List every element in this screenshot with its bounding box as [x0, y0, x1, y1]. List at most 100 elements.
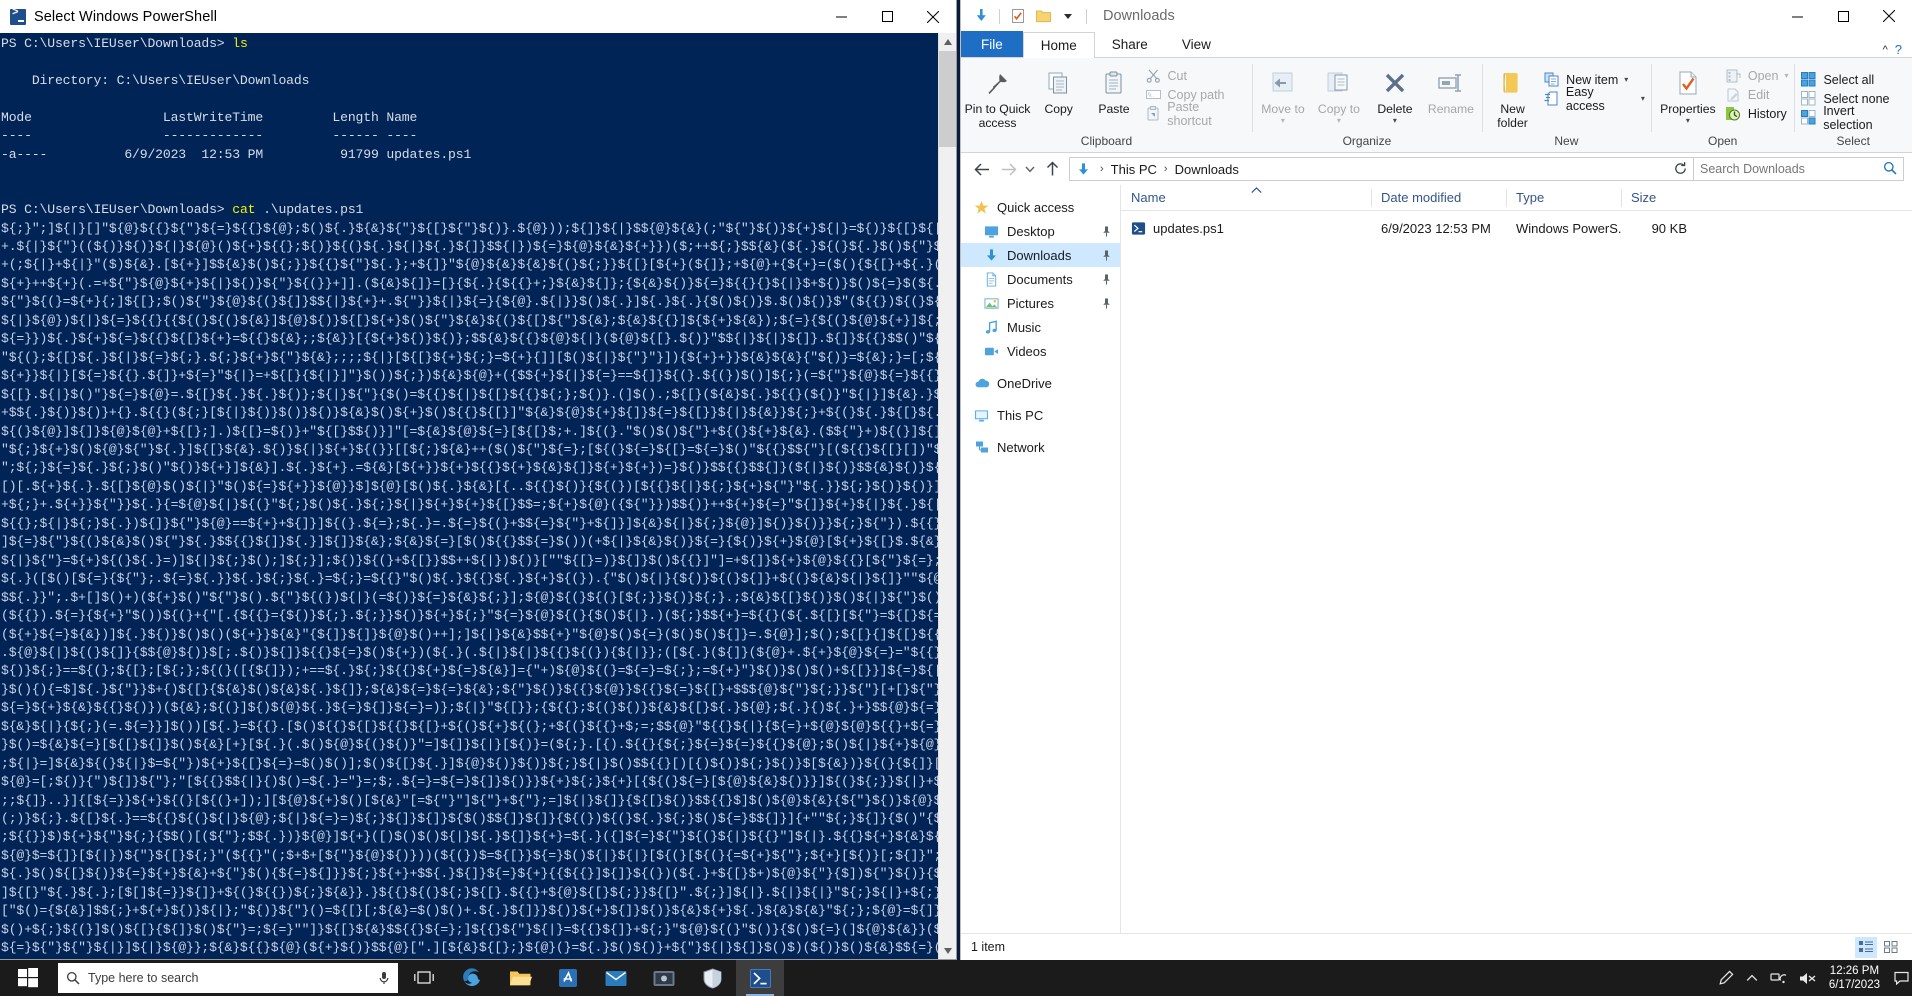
- clock[interactable]: 12:26 PM 6/17/2023: [1823, 964, 1890, 992]
- tab-file[interactable]: File: [961, 31, 1023, 57]
- chevron-down-icon[interactable]: ▾: [1393, 116, 1397, 125]
- maximize-icon[interactable]: [1820, 0, 1866, 32]
- breadcrumb-downloads[interactable]: Downloads: [1175, 162, 1239, 177]
- powershell-titlebar[interactable]: Select Windows PowerShell: [0, 0, 956, 33]
- pen-input-icon[interactable]: [1712, 970, 1740, 986]
- new-folder-button[interactable]: New folder: [1485, 63, 1540, 130]
- pin-icon[interactable]: [1102, 249, 1111, 264]
- copy-button[interactable]: Copy: [1031, 63, 1086, 117]
- large-icons-view-icon[interactable]: [1880, 937, 1902, 958]
- edit-button[interactable]: Edit: [1722, 85, 1792, 104]
- powershell-scrollbar[interactable]: [938, 33, 956, 959]
- sidebar-item-this-pc[interactable]: This PC: [961, 403, 1120, 427]
- minimize-icon[interactable]: [818, 0, 864, 33]
- sidebar-item-desktop[interactable]: Desktop: [961, 219, 1120, 243]
- scrollbar-thumb[interactable]: [939, 51, 956, 147]
- minimize-icon[interactable]: [1774, 0, 1820, 32]
- scroll-down-icon[interactable]: [939, 942, 956, 959]
- rename-button[interactable]: Rename: [1423, 63, 1479, 117]
- paste-shortcut-button[interactable]: Paste shortcut: [1142, 100, 1249, 128]
- cut-button[interactable]: Cut: [1142, 66, 1249, 85]
- powershell-icon[interactable]: [736, 960, 784, 996]
- column-header-type[interactable]: Type: [1506, 185, 1621, 211]
- customize-qat-icon[interactable]: [1057, 5, 1079, 27]
- column-header-name[interactable]: Name: [1121, 185, 1371, 211]
- chevron-down-icon[interactable]: ▾: [1337, 116, 1341, 125]
- chevron-down-icon[interactable]: ▾: [1784, 71, 1788, 80]
- delete-button[interactable]: Delete ▾: [1367, 63, 1423, 125]
- sidebar-item-quick-access[interactable]: Quick access: [961, 195, 1120, 219]
- action-center-icon[interactable]: [1890, 960, 1912, 996]
- column-header-date-modified[interactable]: Date modified: [1371, 185, 1506, 211]
- up-arrow-icon[interactable]: [1039, 156, 1065, 182]
- properties-button[interactable]: Properties ▾: [1654, 63, 1722, 125]
- refresh-icon[interactable]: [1673, 161, 1688, 179]
- powershell-console[interactable]: PS C:\Users\IEUser\Downloads> ls Directo…: [0, 33, 956, 959]
- chevron-down-icon[interactable]: ▾: [1641, 94, 1645, 103]
- sidebar-item-downloads[interactable]: Downloads: [961, 243, 1120, 267]
- invert-selection-button[interactable]: Invert selection: [1797, 104, 1909, 132]
- tab-home[interactable]: Home: [1022, 32, 1095, 58]
- chevron-down-icon[interactable]: ▾: [1624, 75, 1628, 84]
- search-input[interactable]: Type here to search: [58, 963, 398, 993]
- open-button[interactable]: Open ▾: [1722, 66, 1792, 85]
- file-explorer-icon[interactable]: [496, 960, 544, 996]
- microphone-icon[interactable]: [378, 971, 390, 985]
- copy-to-button[interactable]: Copy to ▾: [1311, 63, 1367, 125]
- sidebar-item-onedrive[interactable]: OneDrive: [961, 371, 1120, 395]
- column-header-size[interactable]: Size: [1621, 185, 1701, 211]
- new-folder-icon[interactable]: [1032, 5, 1054, 27]
- breadcrumb-this-pc[interactable]: This PC: [1111, 162, 1157, 177]
- mail-icon[interactable]: [592, 960, 640, 996]
- history-button[interactable]: History: [1722, 104, 1792, 123]
- chevron-down-icon[interactable]: ▾: [1686, 116, 1690, 125]
- windows-start-icon[interactable]: [0, 960, 56, 996]
- recent-locations-icon[interactable]: [1021, 156, 1039, 182]
- select-all-button[interactable]: Select all: [1797, 70, 1909, 89]
- easy-access-button[interactable]: Easy access ▾: [1540, 85, 1648, 113]
- media-icon[interactable]: [640, 960, 688, 996]
- show-hidden-icons-icon[interactable]: [1740, 974, 1764, 983]
- sidebar-item-music[interactable]: Music: [961, 315, 1120, 339]
- pin-icon[interactable]: [1102, 273, 1111, 288]
- maximize-icon[interactable]: [864, 0, 910, 33]
- pin-icon[interactable]: [1102, 225, 1111, 240]
- defender-icon[interactable]: [688, 960, 736, 996]
- paste-button[interactable]: Paste: [1086, 63, 1141, 117]
- sidebar-item-documents[interactable]: Documents: [961, 267, 1120, 291]
- sidebar-item-pictures[interactable]: Pictures: [961, 291, 1120, 315]
- explorer-titlebar[interactable]: Downloads: [961, 0, 1912, 32]
- move-to-button[interactable]: Move to ▾: [1255, 63, 1311, 125]
- scroll-up-icon[interactable]: [939, 33, 956, 51]
- store-icon[interactable]: [544, 960, 592, 996]
- table-row[interactable]: updates.ps1 6/9/2023 12:53 PM Windows Po…: [1121, 215, 1912, 241]
- close-icon[interactable]: [910, 0, 956, 33]
- close-icon[interactable]: [1866, 0, 1912, 32]
- chevron-down-icon[interactable]: ▾: [1281, 116, 1285, 125]
- breadcrumb[interactable]: › This PC › Downloads: [1069, 157, 1694, 181]
- properties-icon[interactable]: [1007, 5, 1029, 27]
- forward-arrow-icon[interactable]: [995, 156, 1021, 182]
- pin-to-quick-access-button[interactable]: Pin to Quick access: [964, 63, 1031, 130]
- tab-view[interactable]: View: [1165, 31, 1228, 57]
- system-tray: 12:26 PM 6/17/2023: [1712, 960, 1912, 996]
- group-label-organize: Organize: [1342, 134, 1392, 148]
- downloads-icon[interactable]: [970, 5, 992, 27]
- back-arrow-icon[interactable]: [969, 156, 995, 182]
- file-list[interactable]: updates.ps1 6/9/2023 12:53 PM Windows Po…: [1121, 211, 1912, 933]
- details-view-icon[interactable]: [1855, 936, 1877, 958]
- edge-icon[interactable]: [448, 960, 496, 996]
- collapse-ribbon-icon[interactable]: ^: [1883, 44, 1888, 56]
- search-input[interactable]: Search Downloads: [1694, 157, 1904, 181]
- network-tray-icon[interactable]: [1764, 971, 1793, 986]
- tab-share[interactable]: Share: [1095, 31, 1165, 57]
- sidebar-item-videos[interactable]: Videos: [961, 339, 1120, 363]
- task-view-icon[interactable]: [400, 960, 448, 996]
- search-icon[interactable]: [1883, 161, 1897, 178]
- pin-icon[interactable]: [1102, 297, 1111, 312]
- scrollbar-track[interactable]: [939, 147, 956, 942]
- file-name-cell[interactable]: updates.ps1: [1121, 221, 1371, 236]
- sidebar-item-network[interactable]: Network: [961, 435, 1120, 459]
- volume-muted-icon[interactable]: [1793, 971, 1823, 986]
- help-icon[interactable]: ?: [1895, 42, 1902, 57]
